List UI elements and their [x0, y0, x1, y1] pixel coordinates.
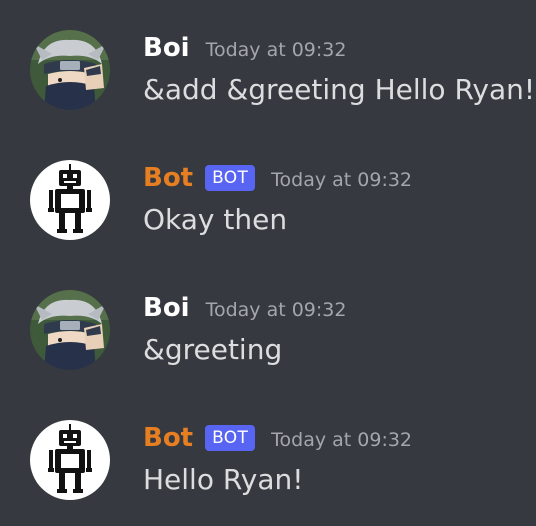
robot-avatar[interactable] — [30, 420, 110, 500]
chat-messages: Boi Today at 09:32 &add &greeting Hello … — [0, 0, 536, 526]
message-content: Hello Ryan! — [143, 463, 304, 496]
message: Bot BOT Today at 09:32 Hello Ryan! — [0, 420, 536, 526]
message-content: &add &greeting Hello Ryan! — [143, 73, 536, 106]
bot-tag-badge: BOT — [205, 425, 256, 451]
robot-avatar-image — [30, 160, 110, 240]
timestamp: Today at 09:32 — [271, 429, 413, 451]
kakashi-avatar-image — [30, 30, 110, 110]
message-header: Boi Today at 09:32 — [143, 30, 346, 66]
robot-avatar[interactable] — [30, 160, 110, 240]
username[interactable]: Bot — [143, 420, 193, 456]
message-header: Bot BOT Today at 09:32 — [143, 160, 412, 196]
bot-tag-badge: BOT — [205, 165, 256, 191]
username[interactable]: Bot — [143, 160, 193, 196]
robot-avatar-image — [30, 420, 110, 500]
message: Bot BOT Today at 09:32 Okay then — [0, 160, 536, 270]
message-header: Bot BOT Today at 09:32 — [143, 420, 412, 456]
timestamp: Today at 09:32 — [205, 39, 347, 61]
timestamp: Today at 09:32 — [205, 299, 347, 321]
message-content: Okay then — [143, 203, 288, 236]
message-content: &greeting — [143, 333, 283, 366]
username[interactable]: Boi — [143, 30, 190, 66]
timestamp: Today at 09:32 — [271, 169, 413, 191]
message: Boi Today at 09:32 &add &greeting Hello … — [0, 30, 536, 140]
kakashi-avatar[interactable] — [30, 290, 110, 370]
kakashi-avatar[interactable] — [30, 30, 110, 110]
username[interactable]: Boi — [143, 290, 190, 326]
message-header: Boi Today at 09:32 — [143, 290, 346, 326]
kakashi-avatar-image — [30, 290, 110, 370]
message: Boi Today at 09:32 &greeting — [0, 290, 536, 400]
